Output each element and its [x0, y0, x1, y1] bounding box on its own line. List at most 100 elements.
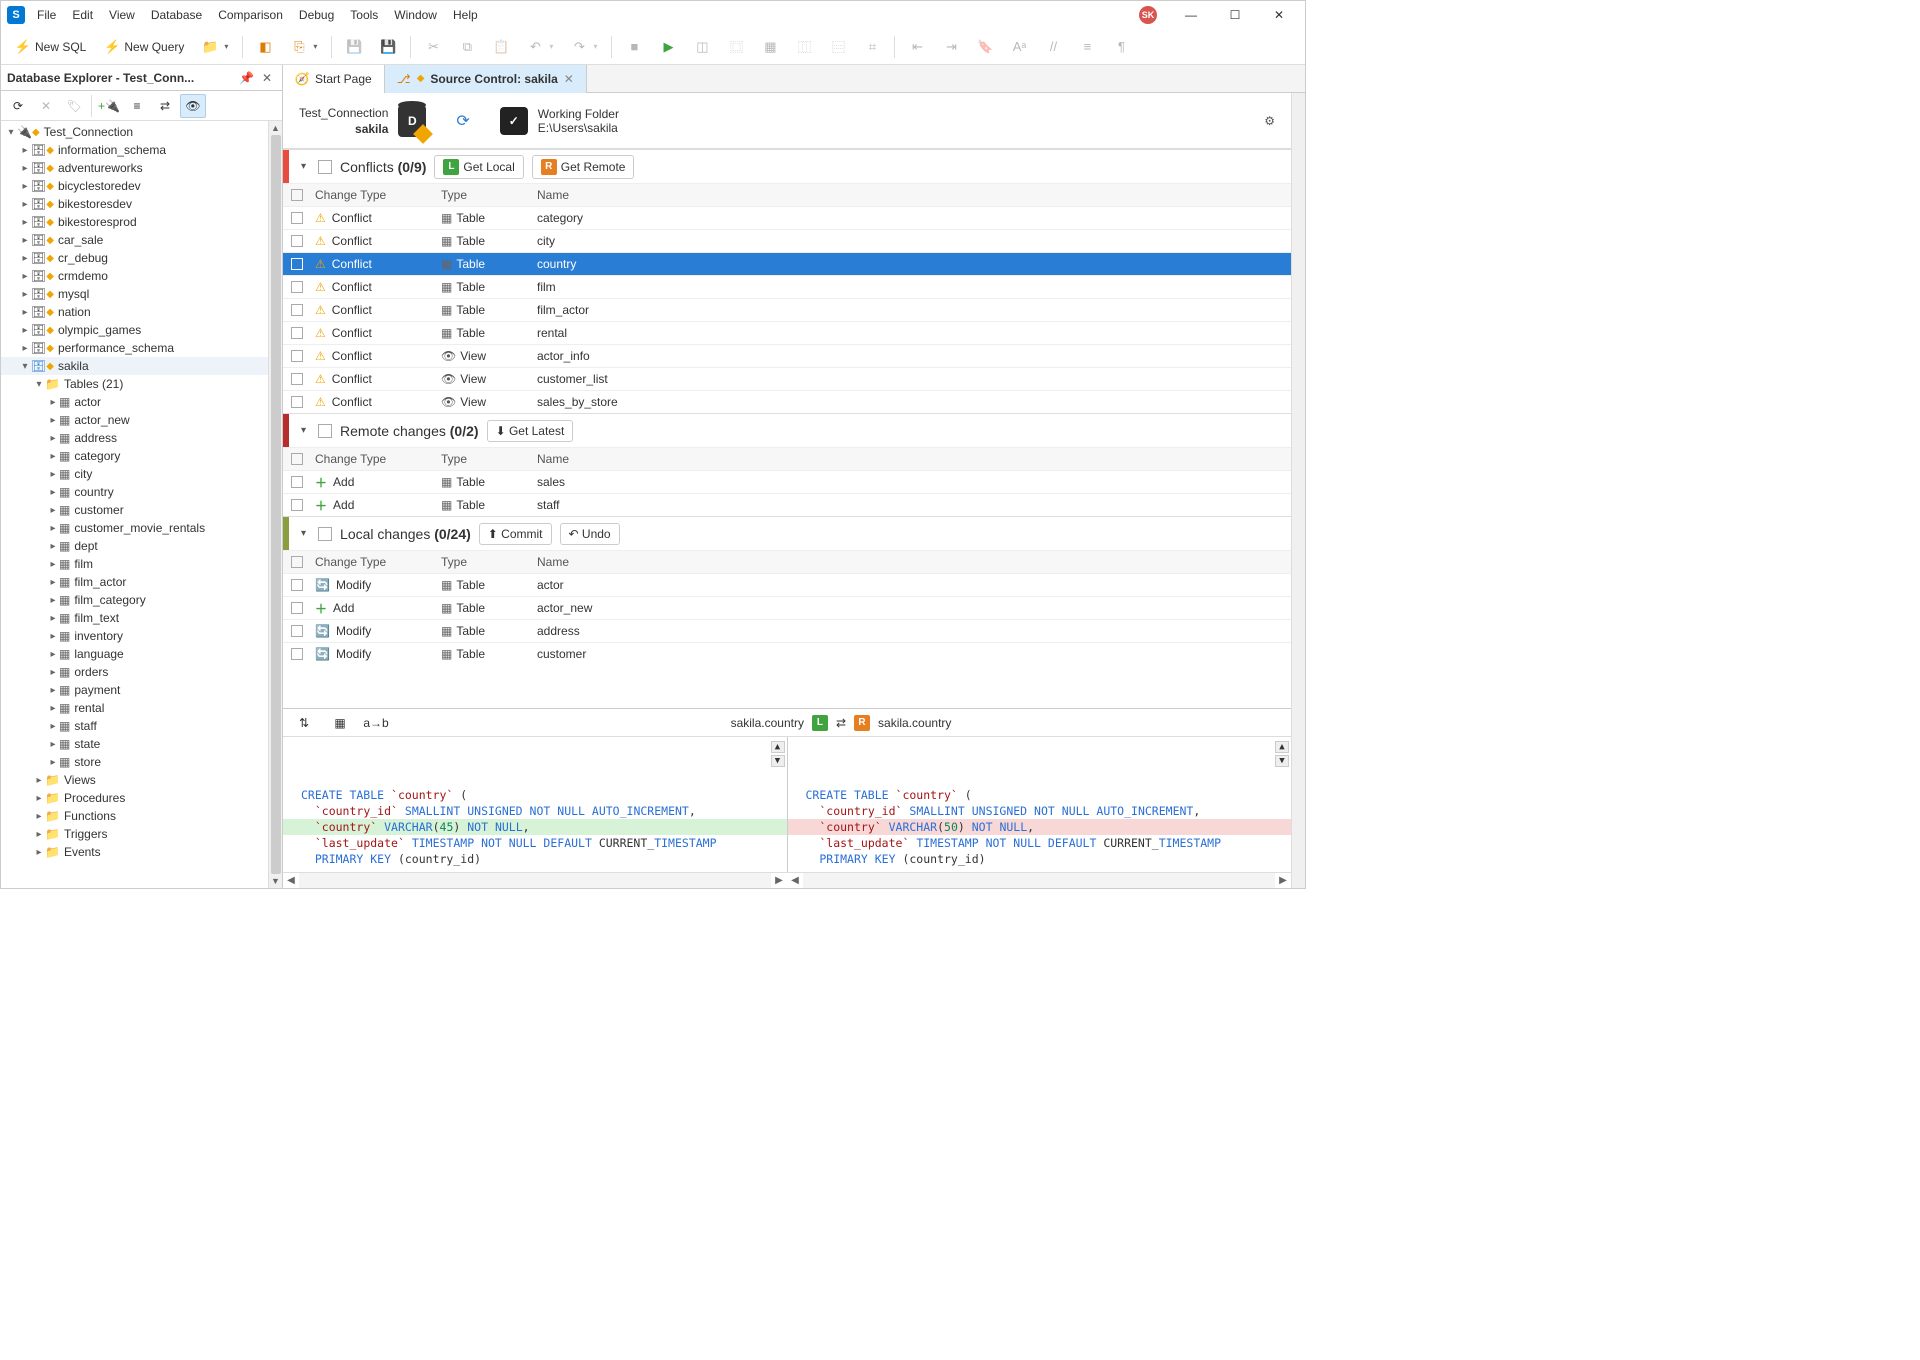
prev-diff-button-r[interactable]: ▲	[1275, 741, 1289, 753]
tree-node[interactable]: ▸▦inventory	[1, 627, 268, 645]
scroll-left[interactable]: ◀	[283, 873, 299, 888]
row-checkbox[interactable]	[291, 212, 303, 224]
get-remote-button[interactable]: R Get Remote	[532, 155, 635, 179]
tree-node[interactable]: ▸▦city	[1, 465, 268, 483]
change-row[interactable]: ⚠ Conflict▦ Tablecountry	[283, 252, 1291, 275]
tree-node[interactable]: ▸📁Events	[1, 843, 268, 861]
tree-node[interactable]: ▸📁Views	[1, 771, 268, 789]
diff-btn-2[interactable]: ▦	[327, 711, 353, 735]
tree-node[interactable]: ▸▦actor	[1, 393, 268, 411]
diff-btn-3[interactable]: a→b	[363, 711, 389, 735]
change-row[interactable]: 🔄 Modify▦ Tablecustomer	[283, 642, 1291, 665]
diff-btn-1[interactable]: ⇅	[291, 711, 317, 735]
menu-view[interactable]: View	[101, 4, 143, 26]
row-checkbox[interactable]	[291, 327, 303, 339]
tab-source-control[interactable]: ⎇ ◆ Source Control: sakila ✕	[385, 65, 587, 93]
new-connection-button[interactable]: +🔌	[96, 94, 122, 118]
tree-node[interactable]: ▸▦rental	[1, 699, 268, 717]
tree-node[interactable]: ▾📁Tables (21)	[1, 375, 268, 393]
scroll-right-2[interactable]: ▶	[1275, 873, 1291, 888]
row-checkbox[interactable]	[291, 350, 303, 362]
section-checkbox[interactable]	[318, 424, 332, 438]
maximize-button[interactable]: ☐	[1215, 3, 1255, 27]
tree-node[interactable]: ▸🗄 ◆bikestoresprod	[1, 213, 268, 231]
row-checkbox[interactable]	[291, 373, 303, 385]
new-sql-button[interactable]: ⚡New SQL	[9, 36, 92, 58]
save-all-button[interactable]: 💾	[374, 36, 402, 58]
tree-node[interactable]: ▸▦dept	[1, 537, 268, 555]
tree-node[interactable]: ▸▦staff	[1, 717, 268, 735]
tree-node[interactable]: ▸▦store	[1, 753, 268, 771]
menu-comparison[interactable]: Comparison	[210, 4, 291, 26]
pin-icon[interactable]: 📌	[235, 71, 258, 85]
row-checkbox[interactable]	[291, 281, 303, 293]
open-button[interactable]: 📁▾	[196, 36, 234, 58]
new-query-button[interactable]: ⚡New Query	[98, 36, 190, 58]
tab-start-page[interactable]: 🧭 Start Page	[283, 65, 385, 93]
diff-swap-icon[interactable]: ⇄	[836, 716, 846, 730]
tree-node[interactable]: ▸▦payment	[1, 681, 268, 699]
change-row[interactable]: ⚠ Conflict▦ Tablefilm_actor	[283, 298, 1291, 321]
undo-button[interactable]: ↶ Undo	[560, 523, 620, 545]
view-mode-button[interactable]: 👁	[180, 94, 206, 118]
explorer-scrollbar[interactable]: ▲ ▼	[268, 121, 282, 888]
change-row[interactable]: ⚠ Conflict👁 Viewactor_info	[283, 344, 1291, 367]
scroll-right[interactable]: ▶	[771, 873, 787, 888]
next-diff-button-r[interactable]: ▼	[1275, 755, 1289, 767]
tree-node[interactable]: ▸🗄 ◆olympic_games	[1, 321, 268, 339]
commit-button[interactable]: ⬆ Commit	[479, 523, 552, 545]
row-checkbox[interactable]	[291, 602, 303, 614]
menu-help[interactable]: Help	[445, 4, 486, 26]
tree-node[interactable]: ▸🗄 ◆bicyclestoredev	[1, 177, 268, 195]
tree-node[interactable]: ▸▦customer_movie_rentals	[1, 519, 268, 537]
tree-node[interactable]: ▸▦country	[1, 483, 268, 501]
row-checkbox[interactable]	[291, 304, 303, 316]
user-avatar[interactable]: SK	[1139, 6, 1157, 24]
tree-node[interactable]: ▸▦state	[1, 735, 268, 753]
explorer-close-button[interactable]: ✕	[258, 71, 276, 85]
change-row[interactable]: ⚠ Conflict👁 Viewcustomer_list	[283, 367, 1291, 390]
tree-node[interactable]: ▸🗄 ◆performance_schema	[1, 339, 268, 357]
select-all-checkbox[interactable]	[291, 189, 303, 201]
tree-node[interactable]: ▸🗄 ◆nation	[1, 303, 268, 321]
section-checkbox[interactable]	[318, 527, 332, 541]
next-diff-button[interactable]: ▼	[771, 755, 785, 767]
tree-node[interactable]: ▸🗄 ◆car_sale	[1, 231, 268, 249]
content-scrollbar[interactable]	[1291, 93, 1305, 888]
row-checkbox[interactable]	[291, 258, 303, 270]
select-all-checkbox[interactable]	[291, 453, 303, 465]
tree-node[interactable]: ▸▦film_category	[1, 591, 268, 609]
change-row[interactable]: ⚠ Conflict▦ Tablecity	[283, 229, 1291, 252]
section-toggle[interactable]: ▾	[297, 425, 310, 436]
prev-diff-button[interactable]: ▲	[771, 741, 785, 753]
row-checkbox[interactable]	[291, 476, 303, 488]
menu-window[interactable]: Window	[386, 4, 445, 26]
row-checkbox[interactable]	[291, 499, 303, 511]
section-checkbox[interactable]	[318, 160, 332, 174]
scroll-left-2[interactable]: ◀	[787, 873, 803, 888]
row-checkbox[interactable]	[291, 648, 303, 660]
row-checkbox[interactable]	[291, 625, 303, 637]
change-row[interactable]: ⚠ Conflict▦ Tablecategory	[283, 206, 1291, 229]
tree-node[interactable]: ▸📁Functions	[1, 807, 268, 825]
diff-left-pane[interactable]: ▲▼ CREATE TABLE `country` ( `country_id`…	[283, 737, 787, 872]
menu-file[interactable]: File	[29, 4, 64, 26]
select-all-checkbox[interactable]	[291, 556, 303, 568]
diff-right-pane[interactable]: ▲▼ CREATE TABLE `country` ( `country_id`…	[787, 737, 1292, 872]
run-button[interactable]: ▶	[654, 36, 682, 58]
toggle-button[interactable]: ⇄	[152, 94, 178, 118]
change-row[interactable]: ⚠ Conflict▦ Tablerental	[283, 321, 1291, 344]
tree-node[interactable]: ▸▦address	[1, 429, 268, 447]
minimize-button[interactable]: —	[1171, 3, 1211, 27]
section-toggle[interactable]: ▾	[297, 161, 310, 172]
change-row[interactable]: ＋ Add▦ Tablestaff	[283, 493, 1291, 516]
change-row[interactable]: ＋ Add▦ Tableactor_new	[283, 596, 1291, 619]
tree-node[interactable]: ▸🗄 ◆mysql	[1, 285, 268, 303]
change-row[interactable]: 🔄 Modify▦ Tableactor	[283, 573, 1291, 596]
diagram-button[interactable]: ◧	[251, 36, 279, 58]
tree-node[interactable]: ▸🗄 ◆information_schema	[1, 141, 268, 159]
change-row[interactable]: ⚠ Conflict▦ Tablefilm	[283, 275, 1291, 298]
tree-node[interactable]: ▸🗄 ◆bikestoresdev	[1, 195, 268, 213]
tree-node[interactable]: ▸▦customer	[1, 501, 268, 519]
tree-node[interactable]: ▸▦film_text	[1, 609, 268, 627]
